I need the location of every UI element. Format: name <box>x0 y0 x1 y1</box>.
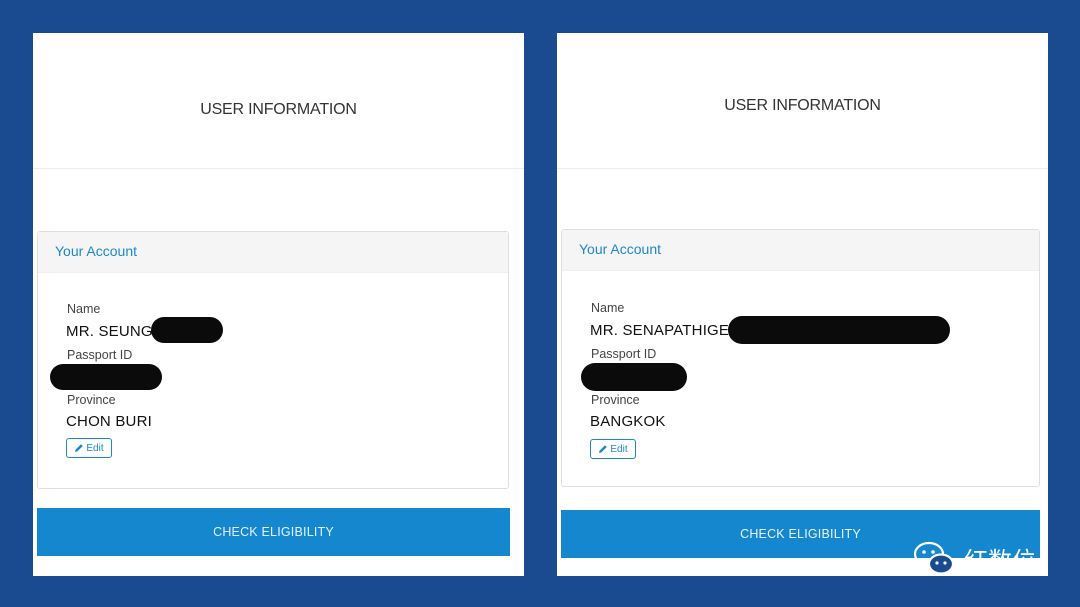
card-header: Your Account <box>562 230 1039 271</box>
edit-label: Edit <box>86 442 104 454</box>
header: USER INFORMATION <box>557 33 1048 169</box>
passport-label: Passport ID <box>67 348 133 362</box>
edit-button[interactable]: Edit <box>66 438 112 458</box>
card-header: Your Account <box>38 232 508 273</box>
province-value: BANGKOK <box>590 413 666 430</box>
passport-label: Passport ID <box>591 347 657 361</box>
redaction-mark <box>728 316 950 344</box>
name-label: Name <box>591 301 625 315</box>
redaction-mark <box>151 317 223 343</box>
account-card: Your Account Name MR. SENAPATHIGE Passpo… <box>561 229 1040 487</box>
pencil-icon <box>75 444 84 452</box>
header: USER INFORMATION <box>33 33 524 169</box>
page-title: USER INFORMATION <box>200 101 357 118</box>
edit-label: Edit <box>610 443 628 455</box>
pencil-icon <box>599 445 608 453</box>
redaction-mark <box>50 364 162 390</box>
watermark-text: 红数位 <box>964 546 1036 575</box>
watermark: 红数位 <box>912 538 1036 578</box>
name-value: MR. SENAPATHIGE <box>590 322 730 339</box>
province-label: Province <box>67 393 116 407</box>
wechat-icon <box>913 541 955 575</box>
card-title: Your Account <box>55 243 137 259</box>
card-title: Your Account <box>579 241 661 257</box>
user-info-panel-left: USER INFORMATION Your Account Name MR. S… <box>33 33 524 576</box>
edit-button[interactable]: Edit <box>590 439 636 459</box>
page-title: USER INFORMATION <box>724 97 881 114</box>
province-value: CHON BURI <box>66 413 152 430</box>
redaction-mark <box>581 363 687 391</box>
user-info-panel-right: USER INFORMATION Your Account Name MR. S… <box>557 33 1048 576</box>
province-label: Province <box>591 393 640 407</box>
account-card: Your Account Name MR. SEUNG HO CHOI Pass… <box>37 231 509 489</box>
name-label: Name <box>67 302 101 316</box>
check-eligibility-button[interactable]: CHECK ELIGIBILITY <box>37 508 510 556</box>
